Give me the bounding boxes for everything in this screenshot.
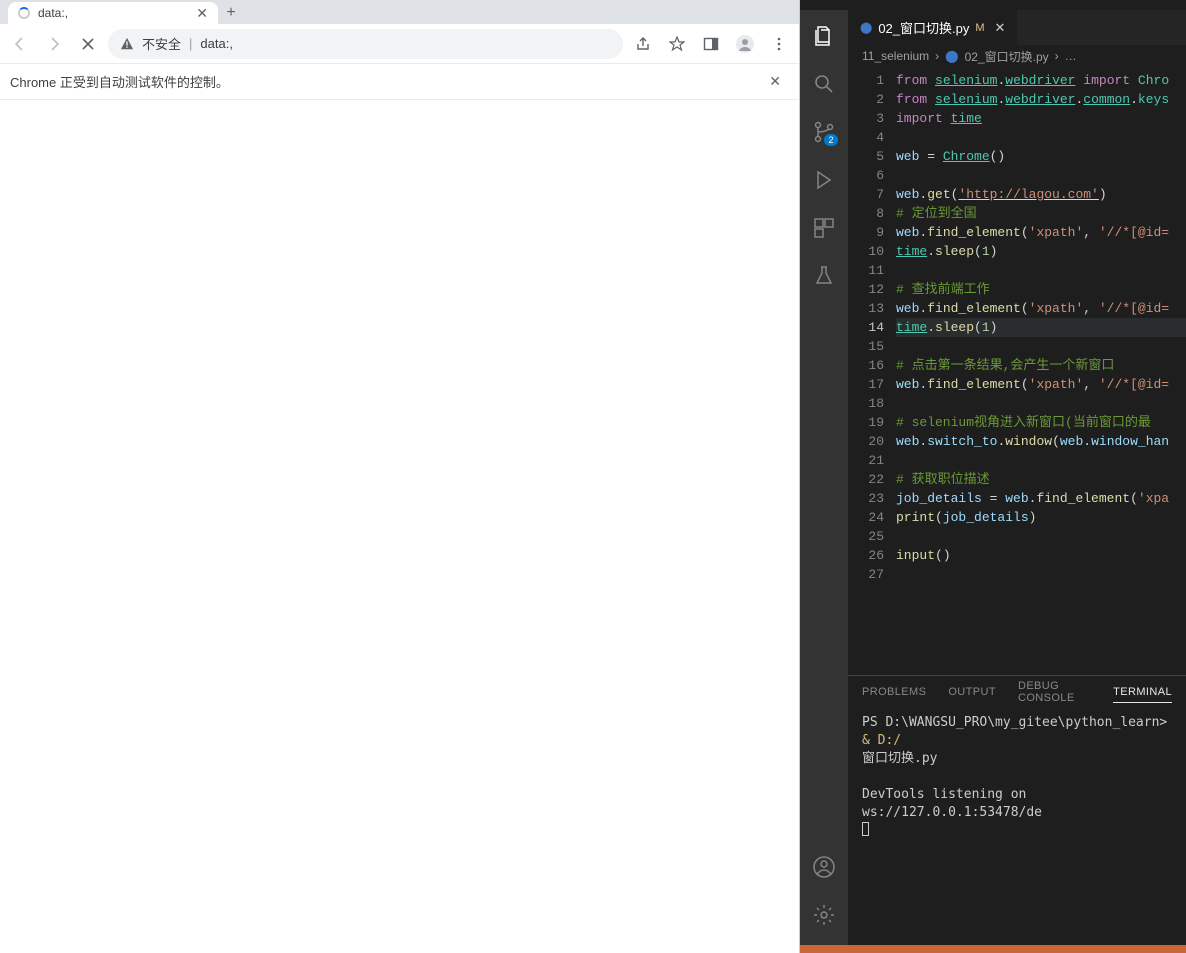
activity-bar: 2 [800, 10, 848, 945]
panel-tabs: PROBLEMS OUTPUT DEBUG CONSOLE TERMINAL [848, 676, 1186, 708]
close-icon [81, 37, 95, 51]
accounts-button[interactable] [800, 847, 848, 887]
chrome-window: data:, ✕ + 不安全 | data:, [0, 0, 800, 953]
chevron-right-icon: › [935, 49, 939, 63]
editor-area: ⬤ 02_窗口切换.py M ✕ 11_selenium › ⬤ 02_窗口切换… [848, 10, 1186, 945]
close-icon[interactable]: ✕ [995, 20, 1006, 36]
page-content [0, 100, 799, 953]
gear-icon [812, 903, 836, 927]
sidepanel-button[interactable] [697, 30, 725, 58]
security-label: 不安全 [142, 34, 181, 53]
status-bar[interactable] [800, 945, 1186, 953]
chevron-right-icon: › [1055, 49, 1059, 63]
extensions-icon [812, 216, 836, 240]
tab-problems[interactable]: PROBLEMS [862, 682, 926, 702]
run-debug-button[interactable] [800, 160, 848, 200]
scm-badge: 2 [824, 134, 838, 146]
loading-spinner-icon [18, 7, 30, 19]
terminal-output[interactable]: PS D:\WANGSU_PRO\my_gitee\python_learn> … [848, 708, 1186, 945]
person-icon [735, 34, 755, 54]
forward-button[interactable] [40, 30, 68, 58]
python-icon: ⬤ [945, 49, 958, 63]
share-button[interactable] [629, 30, 657, 58]
vscode-window: 2 ⬤ 0 [800, 0, 1186, 953]
share-icon [635, 36, 651, 52]
automation-infobar: Chrome 正受到自动测试软件的控制。 ✕ [0, 64, 799, 100]
browser-tab[interactable]: data:, ✕ [8, 2, 218, 24]
warning-icon [120, 37, 134, 51]
stop-button[interactable] [74, 30, 102, 58]
play-bug-icon [812, 168, 836, 192]
back-button[interactable] [6, 30, 34, 58]
flask-icon [812, 264, 836, 288]
url-text: data:, [200, 36, 233, 51]
modified-badge: M [975, 22, 984, 34]
tab-output[interactable]: OUTPUT [948, 682, 996, 702]
tab-debug-console[interactable]: DEBUG CONSOLE [1018, 676, 1091, 708]
breadcrumb-file: 02_窗口切换.py [965, 48, 1049, 65]
breadcrumb[interactable]: 11_selenium › ⬤ 02_窗口切换.py › … [848, 45, 1186, 67]
code-editor[interactable]: 1234567891011121314151617181920212223242… [848, 67, 1186, 675]
breadcrumb-more: … [1065, 49, 1077, 63]
menu-button[interactable] [765, 30, 793, 58]
editor-tabs: ⬤ 02_窗口切换.py M ✕ [848, 10, 1186, 45]
testing-button[interactable] [800, 256, 848, 296]
infobar-close-button[interactable]: ✕ [761, 69, 789, 94]
bookmark-button[interactable] [663, 30, 691, 58]
new-tab-button[interactable]: + [218, 2, 244, 24]
panel-icon [703, 36, 719, 52]
star-icon [669, 36, 685, 52]
person-icon [812, 855, 836, 879]
tab-terminal[interactable]: TERMINAL [1113, 682, 1172, 703]
address-bar[interactable]: 不安全 | data:, [108, 29, 623, 59]
separator: | [189, 36, 192, 51]
breadcrumb-folder: 11_selenium [862, 49, 929, 63]
arrow-left-icon [12, 36, 28, 52]
close-icon[interactable]: ✕ [196, 5, 208, 22]
editor-tab[interactable]: ⬤ 02_窗口切换.py M ✕ [848, 10, 1018, 45]
infobar-text: Chrome 正受到自动测试软件的控制。 [10, 72, 229, 91]
tab-filename: 02_窗口切换.py [878, 18, 969, 37]
search-icon [812, 72, 836, 96]
search-button[interactable] [800, 64, 848, 104]
code-content: from selenium.webdriver import Chrofrom … [896, 67, 1186, 675]
settings-button[interactable] [800, 895, 848, 935]
explorer-button[interactable] [800, 16, 848, 56]
bottom-panel: PROBLEMS OUTPUT DEBUG CONSOLE TERMINAL P… [848, 675, 1186, 945]
tab-title: data:, [38, 6, 68, 20]
titlebar [800, 0, 1186, 10]
toolbar: 不安全 | data:, [0, 24, 799, 64]
profile-button[interactable] [731, 30, 759, 58]
extensions-button[interactable] [800, 208, 848, 248]
line-numbers: 1234567891011121314151617181920212223242… [848, 67, 896, 675]
source-control-button[interactable]: 2 [800, 112, 848, 152]
tab-strip: data:, ✕ + [0, 0, 799, 24]
files-icon [812, 24, 836, 48]
arrow-right-icon [46, 36, 62, 52]
dots-vertical-icon [771, 36, 787, 52]
python-icon: ⬤ [860, 21, 872, 34]
